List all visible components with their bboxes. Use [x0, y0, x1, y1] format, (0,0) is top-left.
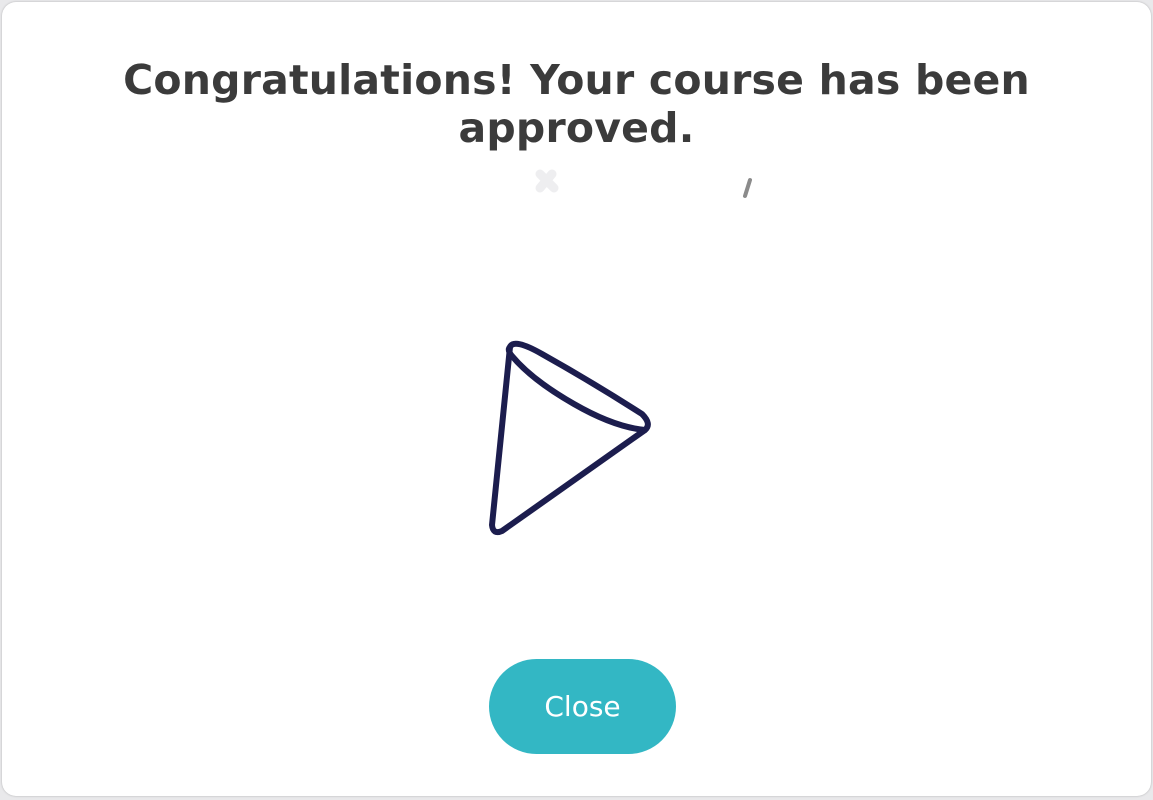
party-hat — [489, 340, 651, 536]
close-button[interactable]: Close — [489, 659, 676, 754]
confetti-icon — [535, 169, 752, 198]
approval-dialog: Congratulations! Your course has been ap… — [2, 2, 1151, 796]
